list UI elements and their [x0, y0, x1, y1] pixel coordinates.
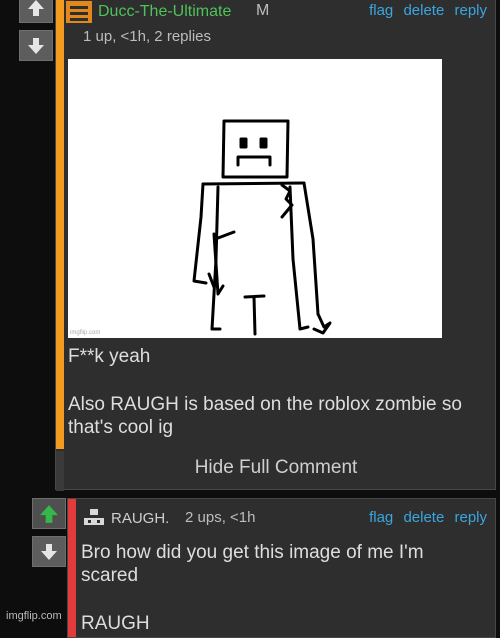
comment2-username[interactable]: RAUGH.: [111, 510, 169, 527]
reply-link[interactable]: reply: [454, 509, 487, 526]
comment1-stripe-fade: [56, 451, 64, 491]
reply-link[interactable]: reply: [454, 2, 487, 19]
comment-image[interactable]: imgflip.com: [68, 59, 442, 338]
comment1-text-line2: Also RAUGH is based on the roblox zombie…: [68, 394, 462, 438]
user-avatar-icon[interactable]: [66, 1, 92, 23]
arrow-up-icon: [28, 0, 44, 16]
comment1-username[interactable]: Ducc-The-Ultimate: [98, 3, 231, 21]
flag-link[interactable]: flag: [369, 509, 393, 526]
delete-link[interactable]: delete: [403, 2, 444, 19]
comment2-depth-stripe: [68, 499, 76, 637]
user-avatar-icon[interactable]: [82, 509, 106, 529]
mod-badge: M: [256, 2, 270, 19]
comment1-actions: flag delete reply: [363, 2, 487, 19]
comment2: RAUGH. 2 ups, <1h flag delete reply Bro …: [67, 498, 496, 638]
upvote-button[interactable]: [19, 0, 53, 23]
comment2-text-tail: RAUGH: [81, 613, 150, 634]
arrow-down-icon: [28, 37, 44, 54]
zombie-drawing: [192, 119, 332, 336]
hide-full-comment-button[interactable]: Hide Full Comment: [64, 457, 488, 479]
arrow-up-icon: [40, 504, 58, 523]
comment1-depth-stripe: [56, 0, 64, 449]
comment2-actions: flag delete reply: [363, 509, 487, 526]
image-watermark: imgflip.com: [70, 330, 101, 336]
downvote-button[interactable]: [32, 536, 66, 567]
comment1-text-line1: F**k yeah: [68, 346, 151, 367]
flag-link[interactable]: flag: [369, 2, 393, 19]
comment1: Ducc-The-Ultimate M flag delete reply 1 …: [55, 0, 496, 491]
site-watermark: imgflip.com: [6, 610, 62, 622]
delete-link[interactable]: delete: [403, 509, 444, 526]
upvote-button[interactable]: [32, 498, 66, 529]
comment2-text: Bro how did you get this image of me I'm…: [81, 542, 424, 586]
arrow-down-icon: [41, 543, 57, 560]
comment2-meta: 2 ups, <1h: [185, 509, 256, 526]
downvote-button[interactable]: [19, 30, 53, 61]
comment1-meta: 1 up, <1h, 2 replies: [83, 28, 212, 45]
